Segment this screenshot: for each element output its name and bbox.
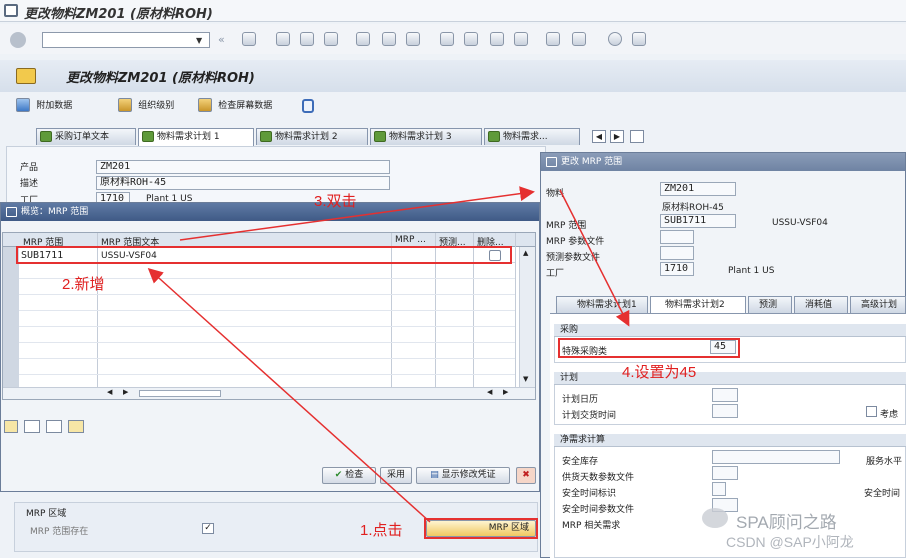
arrow-step4 bbox=[559, 189, 630, 327]
watermark-line2: CSDN @SAP小阿龙 bbox=[726, 534, 854, 550]
annotation-step1: 1.点击 bbox=[360, 522, 403, 539]
annotation-step3: 3.双击 bbox=[314, 193, 357, 210]
watermark-line1: SPA顾问之路 bbox=[736, 513, 837, 532]
annotation-step2: 2.新增 bbox=[62, 276, 105, 293]
annotation-arrows bbox=[147, 186, 630, 523]
wechat-icon bbox=[702, 508, 728, 528]
annotation-step4: 4.设置为45 bbox=[622, 364, 697, 381]
arrow-step1 bbox=[147, 267, 431, 523]
